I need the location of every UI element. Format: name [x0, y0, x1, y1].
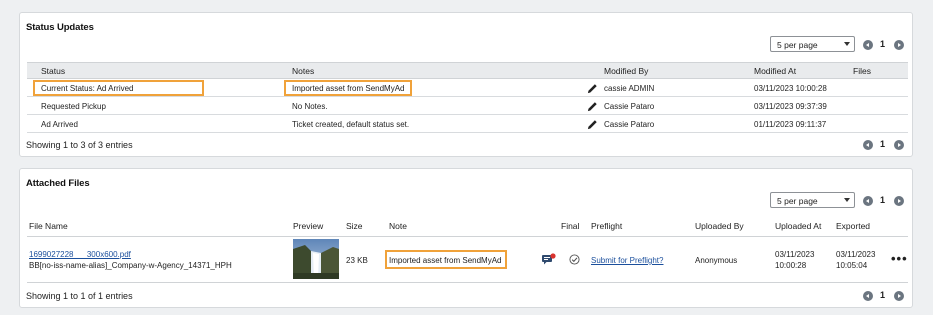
col-final[interactable]: Final [561, 221, 579, 231]
col-modified-by[interactable]: Modified By [604, 66, 648, 76]
col-uploaded-by[interactable]: Uploaded By [695, 221, 744, 231]
file-name-subtext: BB[no-iss-name-alias]_Company-w-Agency_1… [29, 261, 232, 270]
col-file-name[interactable]: File Name [29, 221, 68, 231]
table-row: 1699027228___300x600.pdf BB[no-iss-name-… [27, 237, 908, 283]
col-preview: Preview [293, 221, 324, 231]
chevron-left-icon[interactable] [863, 291, 873, 301]
table-row: Requested Pickup No Notes. Cassie Pataro… [27, 97, 908, 115]
file-note-cell: Imported asset from SendMyAd [389, 256, 502, 265]
status-per-page-value: 5 per page [777, 40, 818, 50]
attached-files-panel: Attached Files 5 per page 1 File Name Pr… [19, 168, 913, 308]
chevron-down-icon [844, 42, 850, 46]
status-footer-page-number[interactable]: 1 [880, 139, 885, 149]
col-files[interactable]: Files [853, 66, 871, 76]
submit-preflight-link[interactable]: Submit for Preflight? [591, 256, 663, 265]
chevron-right-icon[interactable] [894, 196, 904, 206]
status-cell: Requested Pickup [41, 102, 106, 111]
files-showing-text: Showing 1 to 1 of 1 entries [26, 291, 133, 301]
uploaded-at-time: 10:00:28 [775, 261, 807, 270]
status-table-header: Status Notes Modified By Modified At Fil… [27, 62, 908, 79]
pencil-icon[interactable] [587, 83, 598, 94]
status-updates-panel: Status Updates 5 per page 1 Status Notes… [19, 12, 913, 157]
chevron-right-icon[interactable] [894, 291, 904, 301]
modified-by-cell: cassie ADMIN [604, 84, 655, 93]
pencil-icon[interactable] [587, 101, 598, 112]
col-note[interactable]: Note [389, 221, 407, 231]
modified-by-cell: Cassie Pataro [604, 102, 655, 111]
modified-at-cell: 03/11/2023 09:37:39 [754, 102, 827, 111]
uploaded-at-date: 03/11/2023 [775, 250, 815, 259]
modified-at-cell: 01/11/2023 09:11:37 [754, 120, 827, 129]
uploaded-by-cell: Anonymous [695, 256, 738, 265]
exported-date: 03/11/2023 [836, 250, 876, 259]
files-footer-page-number[interactable]: 1 [880, 290, 885, 300]
chevron-right-icon[interactable] [894, 140, 904, 150]
pencil-icon[interactable] [587, 119, 598, 130]
modified-by-cell: Cassie Pataro [604, 120, 655, 129]
notes-cell: Ticket created, default status set. [292, 120, 410, 129]
notes-cell: Imported asset from SendMyAd [292, 84, 405, 93]
table-row: Ad Arrived Ticket created, default statu… [27, 115, 908, 133]
exported-time: 10:05:04 [836, 261, 868, 270]
chevron-left-icon[interactable] [863, 40, 873, 50]
status-cell: Ad Arrived [41, 120, 78, 129]
status-cell: Current Status: Ad Arrived [41, 84, 134, 93]
chevron-left-icon[interactable] [863, 140, 873, 150]
modified-at-cell: 03/11/2023 10:00:28 [754, 84, 827, 93]
status-updates-title: Status Updates [26, 22, 94, 33]
chevron-down-icon [844, 198, 850, 202]
check-circle-icon[interactable] [569, 254, 580, 265]
files-page-number[interactable]: 1 [880, 195, 885, 205]
col-preflight[interactable]: Preflight [591, 221, 622, 231]
more-options-icon[interactable]: ••• [891, 251, 908, 266]
col-exported[interactable]: Exported [836, 221, 870, 231]
status-per-page-select[interactable]: 5 per page [770, 36, 855, 52]
chevron-left-icon[interactable] [863, 196, 873, 206]
files-per-page-select[interactable]: 5 per page [770, 192, 855, 208]
files-per-page-value: 5 per page [777, 196, 818, 206]
file-size-cell: 23 KB [346, 256, 368, 265]
attached-files-title: Attached Files [26, 178, 90, 189]
status-showing-text: Showing 1 to 3 of 3 entries [26, 140, 133, 150]
col-uploaded-at[interactable]: Uploaded At [775, 221, 821, 231]
col-size[interactable]: Size [346, 221, 363, 231]
file-preview-thumbnail[interactable] [293, 239, 339, 279]
col-status[interactable]: Status [41, 66, 65, 76]
table-row: Current Status: Ad Arrived Imported asse… [27, 79, 908, 97]
status-page-number[interactable]: 1 [880, 39, 885, 49]
col-modified-at[interactable]: Modified At [754, 66, 796, 76]
notes-cell: No Notes. [292, 102, 328, 111]
comment-badge-icon[interactable] [542, 253, 556, 265]
chevron-right-icon[interactable] [894, 40, 904, 50]
col-notes[interactable]: Notes [292, 66, 314, 76]
file-name-link[interactable]: 1699027228___300x600.pdf [29, 250, 131, 259]
